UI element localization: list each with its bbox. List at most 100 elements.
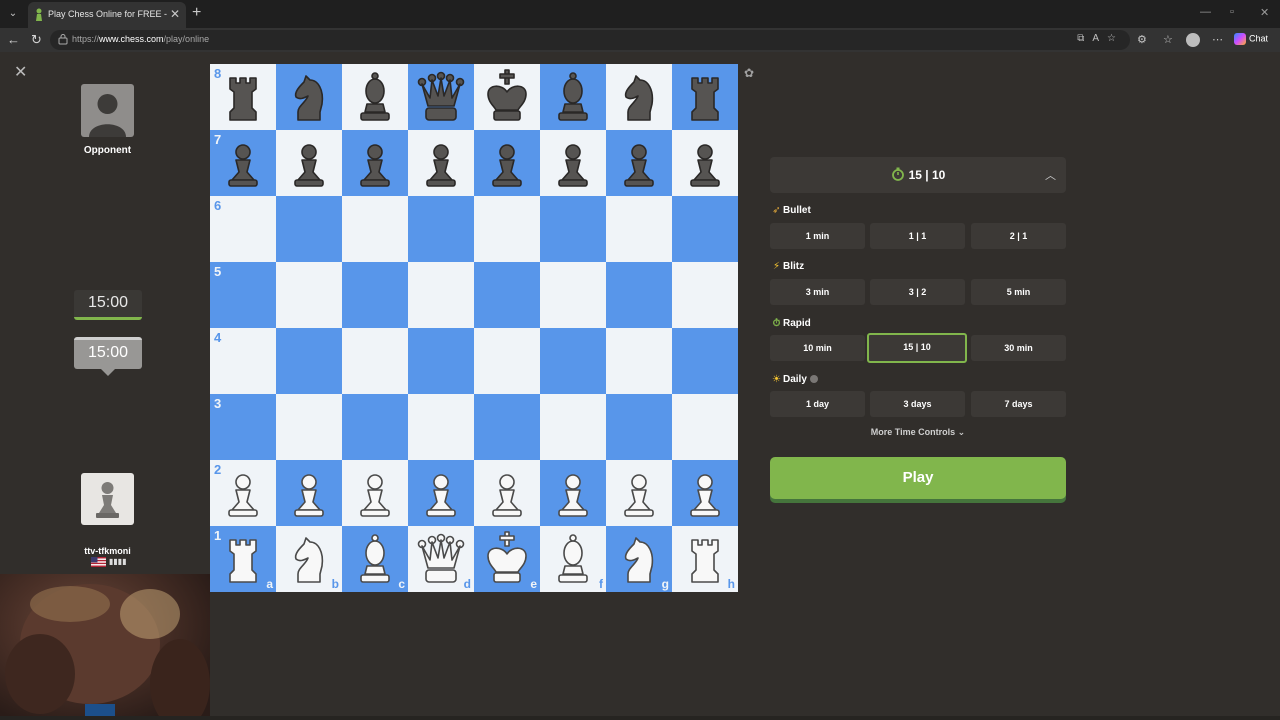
square-h6[interactable] <box>672 196 738 262</box>
white-knight-icon[interactable] <box>276 526 342 592</box>
white-pawn-icon[interactable] <box>606 460 672 526</box>
restore-icon[interactable]: ▫ <box>1230 6 1234 18</box>
white-queen-icon[interactable] <box>408 526 474 592</box>
more-time-controls-link[interactable]: More Time Controls ⌄ <box>770 427 1066 438</box>
square-d2[interactable] <box>408 460 474 526</box>
reload-icon[interactable]: ↻ <box>31 32 42 48</box>
square-a3[interactable]: 3 <box>210 394 276 460</box>
square-f7[interactable] <box>540 130 606 196</box>
time-option-1-1[interactable]: 1 | 1 <box>870 223 965 249</box>
black-pawn-icon[interactable] <box>540 130 606 196</box>
square-g4[interactable] <box>606 328 672 394</box>
square-g8[interactable] <box>606 64 672 130</box>
black-pawn-icon[interactable] <box>474 130 540 196</box>
black-bishop-icon[interactable] <box>342 64 408 130</box>
square-a2[interactable]: 2 <box>210 460 276 526</box>
square-d6[interactable] <box>408 196 474 262</box>
square-g6[interactable] <box>606 196 672 262</box>
square-f5[interactable] <box>540 262 606 328</box>
square-e2[interactable] <box>474 460 540 526</box>
square-f4[interactable] <box>540 328 606 394</box>
square-f3[interactable] <box>540 394 606 460</box>
square-e7[interactable] <box>474 130 540 196</box>
time-option-3-days[interactable]: 3 days <box>870 391 965 417</box>
board-settings-gear-icon[interactable]: ✿ <box>744 66 754 80</box>
white-rook-icon[interactable] <box>210 526 276 592</box>
square-b2[interactable] <box>276 460 342 526</box>
extensions-icon[interactable]: ⚙ <box>1137 33 1147 46</box>
square-a6[interactable]: 6 <box>210 196 276 262</box>
square-g7[interactable] <box>606 130 672 196</box>
white-pawn-icon[interactable] <box>408 460 474 526</box>
white-pawn-icon[interactable] <box>540 460 606 526</box>
black-king-icon[interactable] <box>474 64 540 130</box>
black-pawn-icon[interactable] <box>606 130 672 196</box>
white-rook-icon[interactable] <box>672 526 738 592</box>
square-a1[interactable]: 1a <box>210 526 276 592</box>
white-bishop-icon[interactable] <box>540 526 606 592</box>
square-b5[interactable] <box>276 262 342 328</box>
chevron-up-icon[interactable]: ︿ <box>1045 167 1056 183</box>
address-bar[interactable]: https://www.chess.com/play/online ⧉A☆ <box>50 30 1130 50</box>
square-b7[interactable] <box>276 130 342 196</box>
square-e4[interactable] <box>474 328 540 394</box>
minimize-icon[interactable]: — <box>1200 6 1211 18</box>
white-pawn-icon[interactable] <box>342 460 408 526</box>
square-h4[interactable] <box>672 328 738 394</box>
square-c3[interactable] <box>342 394 408 460</box>
square-d1[interactable]: d <box>408 526 474 592</box>
more-menu-icon[interactable]: ⋯ <box>1212 33 1223 46</box>
square-c5[interactable] <box>342 262 408 328</box>
favorites-icon[interactable]: ☆ <box>1163 33 1173 46</box>
square-g2[interactable] <box>606 460 672 526</box>
square-e6[interactable] <box>474 196 540 262</box>
time-option-30-min[interactable]: 30 min <box>971 335 1066 361</box>
address-bar-icons[interactable]: ⧉A☆ <box>1077 33 1124 44</box>
close-icon[interactable]: ✕ <box>14 62 27 82</box>
square-d7[interactable] <box>408 130 474 196</box>
tab-close-icon[interactable]: ✕ <box>170 7 180 21</box>
square-h1[interactable]: h <box>672 526 738 592</box>
square-g5[interactable] <box>606 262 672 328</box>
square-h7[interactable] <box>672 130 738 196</box>
white-pawn-icon[interactable] <box>210 460 276 526</box>
time-option-1-min[interactable]: 1 min <box>770 223 865 249</box>
square-h8[interactable] <box>672 64 738 130</box>
square-f2[interactable] <box>540 460 606 526</box>
square-c7[interactable] <box>342 130 408 196</box>
square-a4[interactable]: 4 <box>210 328 276 394</box>
black-pawn-icon[interactable] <box>408 130 474 196</box>
square-d5[interactable] <box>408 262 474 328</box>
square-e1[interactable]: e <box>474 526 540 592</box>
play-button[interactable]: Play <box>770 457 1066 499</box>
square-a8[interactable]: 8 <box>210 64 276 130</box>
time-option-10-min[interactable]: 10 min <box>770 335 865 361</box>
black-pawn-icon[interactable] <box>276 130 342 196</box>
white-pawn-icon[interactable] <box>474 460 540 526</box>
black-knight-icon[interactable] <box>606 64 672 130</box>
square-h5[interactable] <box>672 262 738 328</box>
square-d4[interactable] <box>408 328 474 394</box>
square-b4[interactable] <box>276 328 342 394</box>
square-f1[interactable]: f <box>540 526 606 592</box>
square-h3[interactable] <box>672 394 738 460</box>
time-option-7-days[interactable]: 7 days <box>971 391 1066 417</box>
black-knight-icon[interactable] <box>276 64 342 130</box>
black-pawn-icon[interactable] <box>342 130 408 196</box>
back-icon[interactable]: ← <box>7 32 20 47</box>
square-c8[interactable] <box>342 64 408 130</box>
black-pawn-icon[interactable] <box>672 130 738 196</box>
time-option-3-2[interactable]: 3 | 2 <box>870 279 965 305</box>
time-option-15-10[interactable]: 15 | 10 <box>867 333 967 363</box>
copilot-chat-button[interactable]: Chat <box>1234 33 1268 45</box>
player-avatar[interactable] <box>81 473 134 525</box>
black-bishop-icon[interactable] <box>540 64 606 130</box>
white-bishop-icon[interactable] <box>342 526 408 592</box>
chess-board[interactable]: 87 6 5 4 3 21abcdefgh <box>210 64 738 592</box>
square-d3[interactable] <box>408 394 474 460</box>
square-b1[interactable]: b <box>276 526 342 592</box>
close-window-icon[interactable]: ✕ <box>1260 6 1269 19</box>
time-option-2-1[interactable]: 2 | 1 <box>971 223 1066 249</box>
square-b6[interactable] <box>276 196 342 262</box>
square-f6[interactable] <box>540 196 606 262</box>
